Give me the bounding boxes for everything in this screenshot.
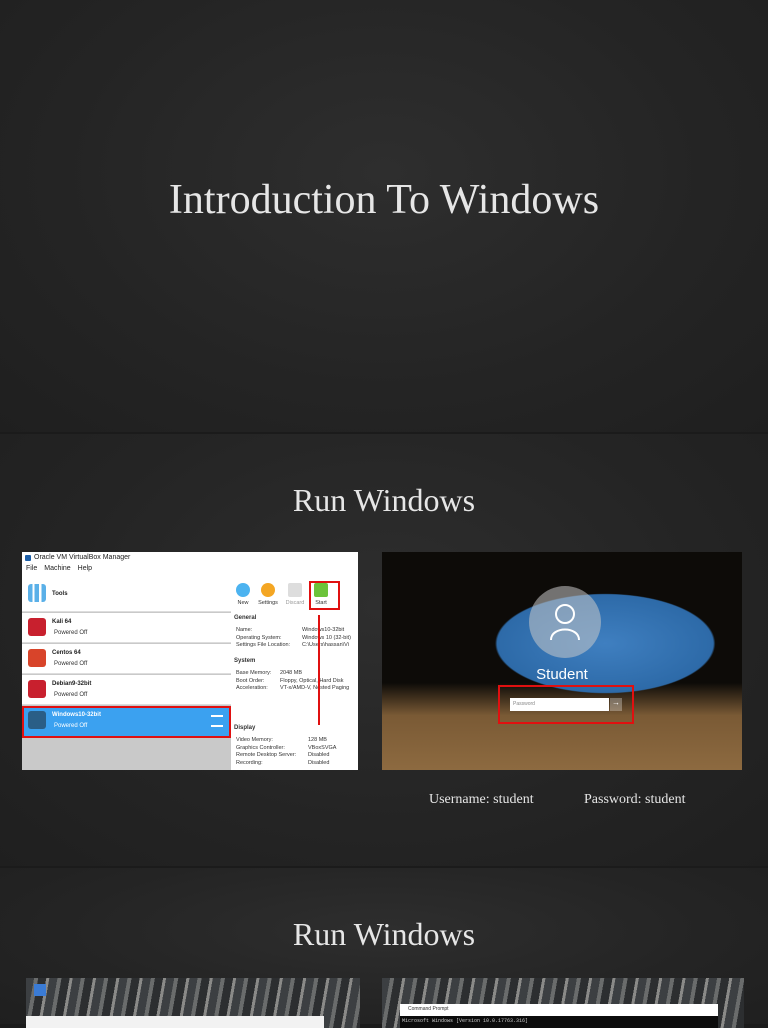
system-heading: System	[234, 658, 256, 664]
vm-item-selected: Windows10-32bit Powered Off	[22, 706, 231, 738]
system-keys: Base Memory: Boot Order: Acceleration:	[236, 670, 272, 691]
vm-state: Powered Off	[54, 692, 88, 698]
cmd-title: Command Prompt	[408, 1006, 449, 1012]
slide-title-text: Introduction To Windows	[168, 177, 600, 223]
user-avatar-icon	[529, 586, 601, 658]
password-highlight	[498, 685, 634, 724]
centos-icon	[28, 649, 46, 667]
tools-icon	[28, 584, 46, 602]
new-label: New	[237, 600, 249, 606]
vm-name: Debian9-32bit	[52, 681, 92, 687]
kali-icon	[28, 618, 46, 636]
menu-machine: Machine	[44, 565, 71, 572]
vm-item: Kali 64 Powered Off	[22, 613, 231, 643]
discard-tool: Discard	[284, 583, 306, 606]
windows-icon	[28, 711, 46, 729]
menu-help: Help	[77, 565, 93, 572]
vm-list: Tools Kali 64 Powered Off Centos 64 Powere…	[22, 579, 231, 770]
slide-heading: Run Windows	[292, 916, 476, 952]
password-caption: Password: student	[584, 792, 686, 807]
desktop-icon	[34, 984, 46, 996]
slide-title: Introduction To Windows	[0, 0, 768, 432]
vm-item: Debian9-32bit Powered Off	[22, 675, 231, 705]
gear-icon	[261, 583, 275, 597]
vm-name: Centos 64	[52, 650, 81, 656]
general-keys: Name: Operating System: Settings File Lo…	[236, 627, 291, 648]
virtualbox-screenshot: Oracle VM VirtualBox Manager File Machin…	[22, 552, 358, 770]
discard-icon	[288, 583, 302, 597]
display-heading: Display	[234, 725, 256, 731]
vm-name: Windows10-32bit	[52, 712, 101, 718]
vm-details: New Settings Discard Start General Name:…	[232, 579, 358, 770]
general-values: Windows10-32bit Windows 10 (32-bit) C:\U…	[302, 627, 351, 648]
slide-heading: Run Windows	[292, 482, 476, 518]
system-values: 2048 MB Floppy, Optical, Hard Disk VT-x/…	[280, 670, 350, 691]
vm-state: Powered Off	[54, 630, 88, 636]
vm-name: Kali 64	[52, 619, 72, 625]
cmd-output: Microsoft Windows [Version 10.0.17763.31…	[400, 1016, 718, 1028]
window-title: Oracle VM VirtualBox Manager	[22, 552, 358, 565]
slide-run-windows: Run Windows Oracle VM VirtualBox Manager…	[0, 434, 768, 866]
tools-row: Tools	[22, 579, 231, 612]
menu-bar: File Machine Help	[22, 565, 358, 577]
red-arrow	[318, 615, 320, 725]
explorer-window	[26, 1016, 324, 1028]
new-tool: New	[232, 583, 254, 606]
windows-login-screenshot: Student Password →	[382, 552, 742, 770]
cmd-window: Command Prompt Microsoft Windows [Versio…	[400, 1004, 718, 1028]
settings-tool: Settings	[257, 583, 279, 606]
settings-label: Settings	[258, 600, 278, 606]
cmd-screenshot: Command Prompt Microsoft Windows [Versio…	[382, 978, 744, 1028]
start-highlight	[309, 581, 340, 610]
new-icon	[236, 583, 250, 597]
slide-run-windows-2: Run Windows Command Prompt Microsoft Win…	[0, 868, 768, 1028]
tools-label: Tools	[52, 591, 68, 597]
desktop-screenshot	[26, 978, 360, 1028]
menu-file: File	[26, 565, 38, 572]
username-caption: Username: student	[429, 792, 534, 807]
vm-state: Powered Off	[54, 723, 88, 729]
vm-state: Powered Off	[54, 661, 88, 667]
display-values: 128 MB VBoxSVGA Disabled Disabled	[308, 737, 337, 766]
display-keys: Video Memory: Graphics Controller: Remot…	[236, 737, 297, 766]
vm-item: Centos 64 Powered Off	[22, 644, 231, 674]
discard-label: Discard	[285, 600, 305, 606]
debian-icon	[28, 680, 46, 698]
login-username: Student	[536, 666, 588, 683]
menu-icon	[211, 715, 223, 727]
general-heading: General	[234, 615, 257, 621]
